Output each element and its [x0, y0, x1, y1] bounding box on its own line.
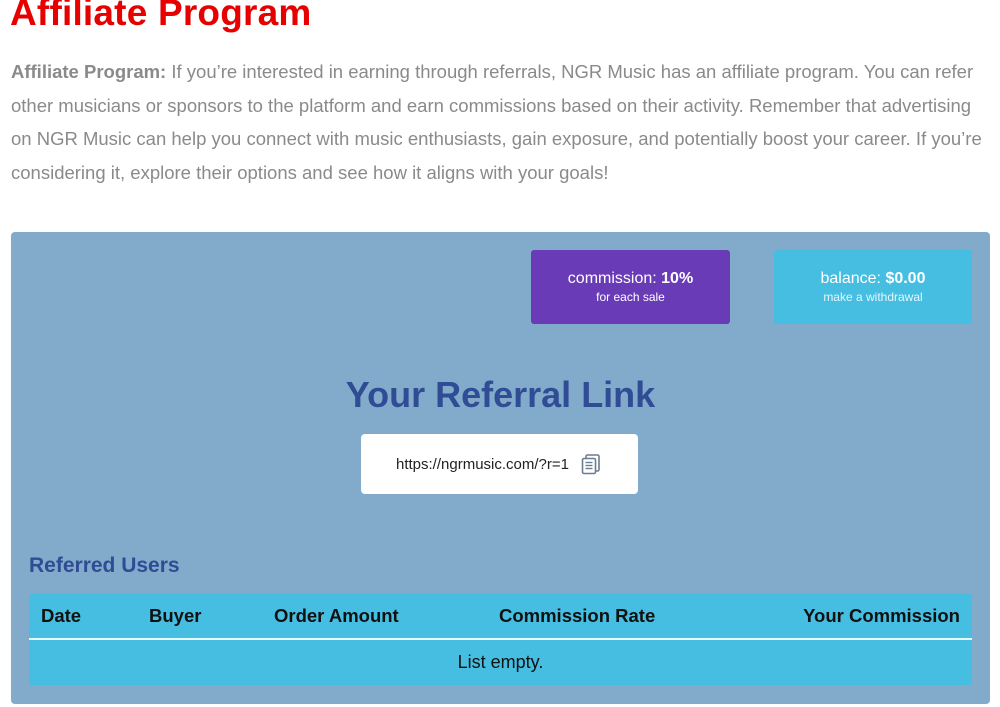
page-title: Affiliate Program	[10, 0, 312, 33]
referred-users-table: Date Buyer Order Amount Commission Rate …	[29, 594, 972, 685]
commission-value: 10%	[661, 270, 694, 287]
affiliate-panel: commission: 10% for each sale balance: $…	[11, 232, 990, 704]
column-header-buyer: Buyer	[149, 605, 202, 626]
column-header-commission-rate: Commission Rate	[499, 605, 656, 626]
commission-label: commission:	[567, 270, 662, 287]
referral-link-box: https://ngrmusic.com/?r=1	[361, 434, 638, 494]
table-header: Date Buyer Order Amount Commission Rate …	[29, 594, 972, 640]
copy-icon[interactable]	[579, 452, 603, 476]
balance-label: balance:	[820, 270, 886, 287]
balance-value: $0.00	[885, 270, 926, 287]
column-header-your-commission: Your Commission	[803, 605, 960, 626]
withdrawal-link[interactable]: make a withdrawal	[774, 290, 972, 304]
commission-subtext: for each sale	[596, 290, 665, 304]
intro-lead: Affiliate Program:	[11, 61, 167, 82]
intro-paragraph: Affiliate Program: If you’re interested …	[11, 55, 991, 189]
column-header-order-amount: Order Amount	[274, 605, 399, 626]
referral-link-title: Your Referral Link	[345, 374, 656, 415]
commission-line: commission: 10%	[531, 270, 730, 288]
table-empty-row: List empty.	[29, 640, 972, 685]
commission-card: commission: 10% for each sale	[531, 250, 730, 324]
column-header-date: Date	[41, 605, 82, 626]
referred-users-title: Referred Users	[29, 554, 180, 577]
referral-link-text[interactable]: https://ngrmusic.com/?r=1	[396, 456, 569, 473]
balance-card: balance: $0.00 make a withdrawal	[774, 250, 972, 324]
empty-message: List empty.	[457, 652, 544, 672]
balance-line: balance: $0.00	[774, 270, 972, 288]
